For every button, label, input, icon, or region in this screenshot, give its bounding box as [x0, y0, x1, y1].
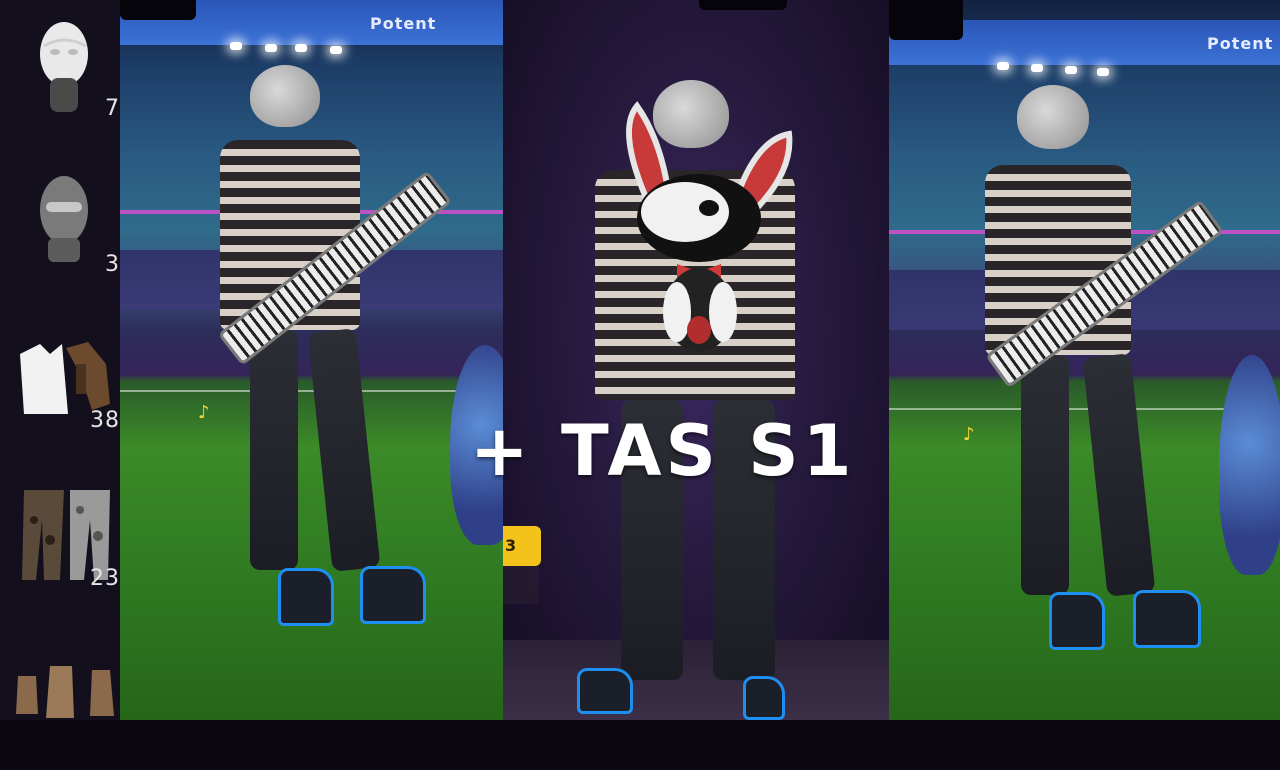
- stadium-banner: Potent: [1207, 34, 1274, 53]
- inventory-slot-pants[interactable]: 23: [10, 478, 120, 598]
- overlay-title: + TAS S1: [470, 410, 856, 492]
- item-count: 23: [90, 566, 120, 591]
- boots-icon: [16, 666, 114, 718]
- rank-badge: 3: [503, 526, 541, 566]
- stage-floor: [503, 640, 889, 720]
- mask-icon: [40, 22, 88, 112]
- preview-panel-right: Potent ♪: [889, 0, 1280, 720]
- item-count: 3: [105, 252, 120, 277]
- pet-companion: [1219, 355, 1280, 575]
- balaclava-icon: [40, 176, 88, 262]
- top-tab: [120, 0, 196, 20]
- top-tab: [699, 0, 787, 10]
- badge-shadow: [503, 566, 539, 604]
- bunny-backpack-icon: [626, 101, 793, 352]
- inventory-slot-mask[interactable]: 7: [10, 10, 120, 130]
- item-count: 38: [90, 408, 120, 433]
- field-line: [120, 390, 503, 392]
- preview-panel-center: [503, 0, 889, 720]
- inventory-slot-vest[interactable]: 38: [10, 330, 120, 450]
- item-count: 7: [105, 96, 120, 121]
- inventory-slot-boots[interactable]: [10, 650, 120, 770]
- preview-panel-left: Potent ♪: [120, 0, 503, 720]
- top-tab: [889, 0, 963, 40]
- music-note-icon: ♪: [198, 402, 210, 423]
- stadium-banner: Potent: [370, 14, 437, 33]
- field-line: [889, 408, 1280, 410]
- music-note-icon: ♪: [963, 424, 975, 445]
- inventory-slot-balaclava[interactable]: 3: [10, 160, 120, 280]
- inventory-strip: 7 3 38 23: [0, 0, 120, 720]
